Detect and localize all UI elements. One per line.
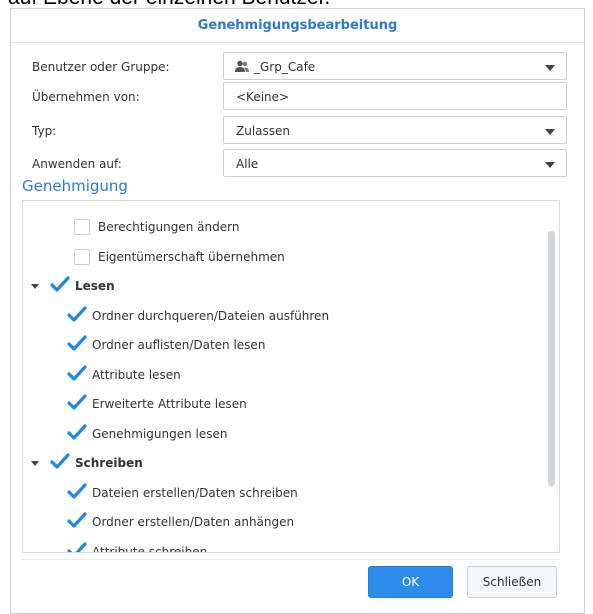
user-group-value: _Grp_Cafe <box>254 60 316 74</box>
user-group-icon <box>235 60 249 72</box>
user-group-label: Benutzer oder Gruppe: <box>32 60 170 74</box>
permission-checkbox[interactable] <box>67 364 87 383</box>
checkmark-icon <box>67 423 87 440</box>
type-row: Typ: Zulassen <box>11 116 586 146</box>
checkmark-icon <box>67 335 87 351</box>
chevron-down-icon <box>545 129 555 135</box>
permission-item[interactable]: Eigentümerschaft übernehmen <box>23 242 543 272</box>
permission-label: Berechtigungen ändern <box>98 220 240 234</box>
type-label: Typ: <box>32 124 57 138</box>
checkmark-icon <box>50 453 70 469</box>
permission-checkbox[interactable] <box>50 453 70 471</box>
apply-to-label: Anwenden auf: <box>32 157 122 171</box>
permission-item[interactable]: Genehmigungen lesen <box>23 419 543 449</box>
expand-triangle-icon[interactable] <box>31 461 39 466</box>
permission-item[interactable]: Attribute schreiben <box>23 537 543 553</box>
scrollbar[interactable] <box>548 231 555 486</box>
checkmark-icon <box>67 394 87 410</box>
permission-label: Ordner auflisten/Daten lesen <box>92 338 266 352</box>
ok-button[interactable]: OK <box>368 566 453 598</box>
permission-checkbox[interactable] <box>67 394 87 412</box>
permission-label: Attribute schreiben <box>92 544 208 553</box>
permission-label: Eigentümerschaft übernehmen <box>98 249 285 264</box>
footer-divider <box>22 559 560 560</box>
chevron-down-icon <box>545 162 555 168</box>
permission-item[interactable]: Dateien erstellen/Daten schreiben <box>23 478 543 508</box>
permission-label: Genehmigungen lesen <box>92 426 228 441</box>
permission-checkbox[interactable] <box>74 219 90 235</box>
apply-to-value: Alle <box>236 157 259 171</box>
permission-label: Erweiterte Attribute lesen <box>92 397 247 411</box>
permission-item[interactable]: Attribute lesen <box>23 360 543 390</box>
permission-label: Ordner erstellen/Daten anhängen <box>92 515 295 529</box>
permission-list[interactable]: Berechtigungen ändern Eigentümerschaft üb… <box>22 200 560 553</box>
inherit-field[interactable]: <Keine> <box>223 82 567 110</box>
close-button[interactable]: Schließen <box>467 566 557 598</box>
permission-checkbox[interactable] <box>67 541 87 552</box>
permission-group-item[interactable]: Lesen <box>23 271 543 301</box>
checkmark-icon <box>67 541 87 552</box>
inherit-value: <Keine> <box>236 90 290 104</box>
permission-item[interactable]: Ordner auflisten/Daten lesen <box>23 330 543 360</box>
permission-label: Ordner durchqueren/Dateien ausführen <box>92 308 330 323</box>
type-value: Zulassen <box>236 124 291 138</box>
permission-item[interactable]: Ordner durchqueren/Dateien ausführen <box>23 301 543 331</box>
permission-label: Schreiben <box>75 456 143 470</box>
permission-checkbox[interactable] <box>50 276 70 294</box>
apply-to-row: Anwenden auf: Alle <box>11 149 586 179</box>
user-group-select[interactable]: _Grp_Cafe <box>223 52 567 80</box>
permission-checkbox[interactable] <box>67 423 87 442</box>
checkmark-icon <box>67 364 87 381</box>
apply-to-select[interactable]: Alle <box>223 149 567 177</box>
expand-triangle-icon[interactable] <box>31 284 39 289</box>
user-group-row: Benutzer oder Gruppe: _Grp_Cafe <box>11 52 586 82</box>
permission-item[interactable]: Erweiterte Attribute lesen <box>23 389 543 419</box>
permission-checkbox[interactable] <box>74 248 90 265</box>
chevron-down-icon <box>545 65 555 71</box>
permission-label: Lesen <box>75 279 115 293</box>
checkmark-icon <box>67 305 87 322</box>
permission-checkbox[interactable] <box>67 482 87 501</box>
permission-section-title: Genehmigung <box>22 177 128 195</box>
inherit-label: Übernehmen von: <box>32 90 140 104</box>
permission-label: Attribute lesen <box>92 367 181 382</box>
permission-item[interactable]: Ordner erstellen/Daten anhängen <box>23 507 543 537</box>
checkmark-icon <box>67 512 87 528</box>
permission-checkbox[interactable] <box>67 512 87 530</box>
permission-checkbox[interactable] <box>67 305 87 324</box>
permission-group-item[interactable]: Schreiben <box>23 448 543 478</box>
permission-checkbox[interactable] <box>67 335 87 353</box>
inherit-row: Übernehmen von: <Keine> <box>11 82 586 112</box>
permission-label: Dateien erstellen/Daten schreiben <box>92 485 298 500</box>
dialog-title: Genehmigungsbearbeitung <box>11 9 584 43</box>
checkmark-icon <box>50 276 70 292</box>
checkmark-icon <box>67 482 87 499</box>
type-select[interactable]: Zulassen <box>223 116 567 144</box>
permission-item[interactable]: Berechtigungen ändern <box>23 212 543 242</box>
